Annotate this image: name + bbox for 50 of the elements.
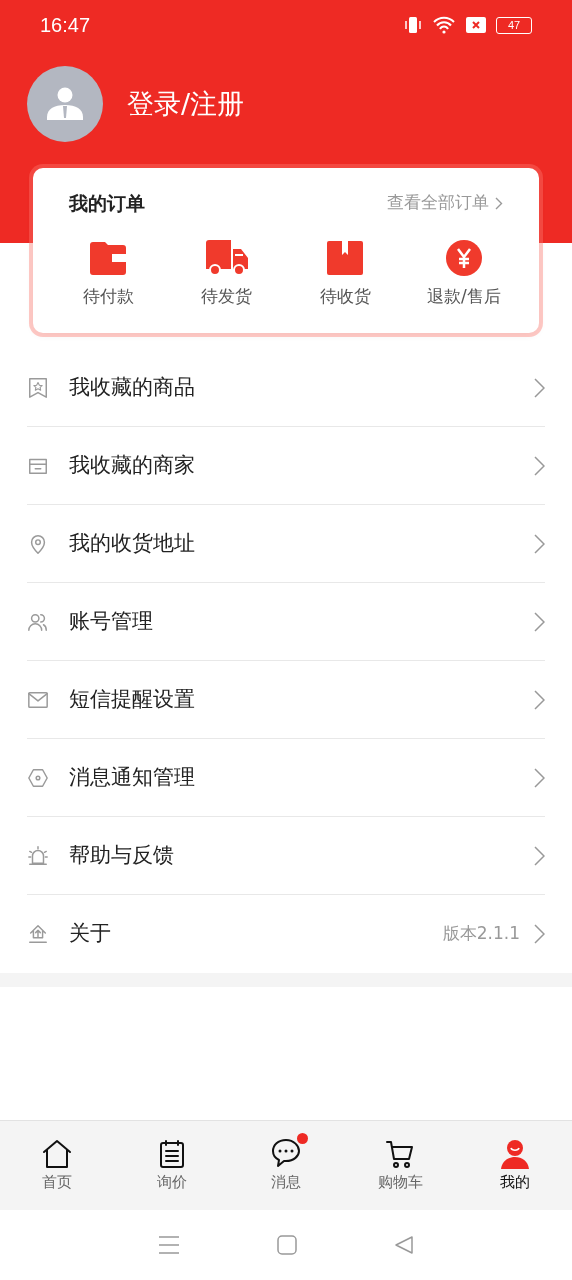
orders-title: 我的订单: [69, 190, 145, 216]
clipboard-list-icon: [157, 1139, 186, 1170]
wifi-icon: [432, 16, 456, 34]
chevron-right-icon: [534, 689, 545, 710]
login-register-link[interactable]: 登录/注册: [127, 83, 245, 125]
tab[interactable]: 购物车: [343, 1121, 458, 1210]
alarm-light-icon: [27, 844, 49, 867]
menu-item-label[interactable]: 我收藏的商家: [69, 449, 534, 482]
order-status-button[interactable]: 待发货: [167, 238, 286, 310]
hexagon-icon: [27, 766, 49, 789]
menu-item-label[interactable]: 帮助与反馈: [69, 839, 534, 872]
bookmark-star-icon: [27, 376, 49, 399]
order-status-button[interactable]: 待收货: [286, 238, 405, 310]
home-icon: [41, 1139, 74, 1170]
chevron-right-icon: [534, 455, 545, 476]
order-status-button[interactable]: 退款/售后: [404, 238, 523, 310]
chat-bubble-icon: [270, 1137, 302, 1170]
order-status-button[interactable]: 待付款: [49, 238, 168, 310]
vibrate-icon: [404, 16, 422, 34]
chevron-right-icon: [534, 533, 545, 554]
tab[interactable]: 询价: [114, 1121, 229, 1210]
chevron-right-icon: [534, 767, 545, 788]
chevron-right-icon: [534, 845, 545, 866]
menu-item-label[interactable]: 消息通知管理: [69, 761, 534, 794]
tab[interactable]: 消息: [228, 1121, 344, 1210]
back-icon[interactable]: [393, 1235, 414, 1255]
menu-item-label[interactable]: 我的收货地址: [69, 527, 534, 560]
status-time: 16:47: [40, 13, 91, 38]
cart-icon: [385, 1139, 416, 1170]
person-icon: [498, 1139, 531, 1170]
home-button-icon[interactable]: [277, 1235, 297, 1255]
house-upload-icon: [27, 923, 49, 945]
tab[interactable]: 我的: [457, 1121, 572, 1210]
truck-icon: [203, 239, 250, 277]
yen-coin-icon: [444, 239, 483, 277]
chevron-right-icon: [534, 377, 545, 398]
chevron-right-icon: [495, 196, 503, 210]
version-text: 版本2.1.1: [442, 922, 520, 946]
menu-item-label[interactable]: 关于: [69, 918, 443, 950]
chevron-right-icon: [534, 924, 545, 944]
box-icon: [326, 240, 365, 276]
menu-item-label[interactable]: 我收藏的商品: [69, 371, 534, 404]
sim-blocked-icon: [466, 17, 486, 33]
chevron-right-icon: [534, 611, 545, 632]
battery-indicator: 47: [496, 16, 532, 34]
menu-item-label[interactable]: 账号管理: [69, 605, 534, 638]
tab[interactable]: 首页: [0, 1121, 115, 1210]
menu-item-label[interactable]: 短信提醒设置: [69, 683, 534, 716]
menu-icon[interactable]: [158, 1235, 181, 1255]
wallet-icon: [88, 240, 129, 276]
